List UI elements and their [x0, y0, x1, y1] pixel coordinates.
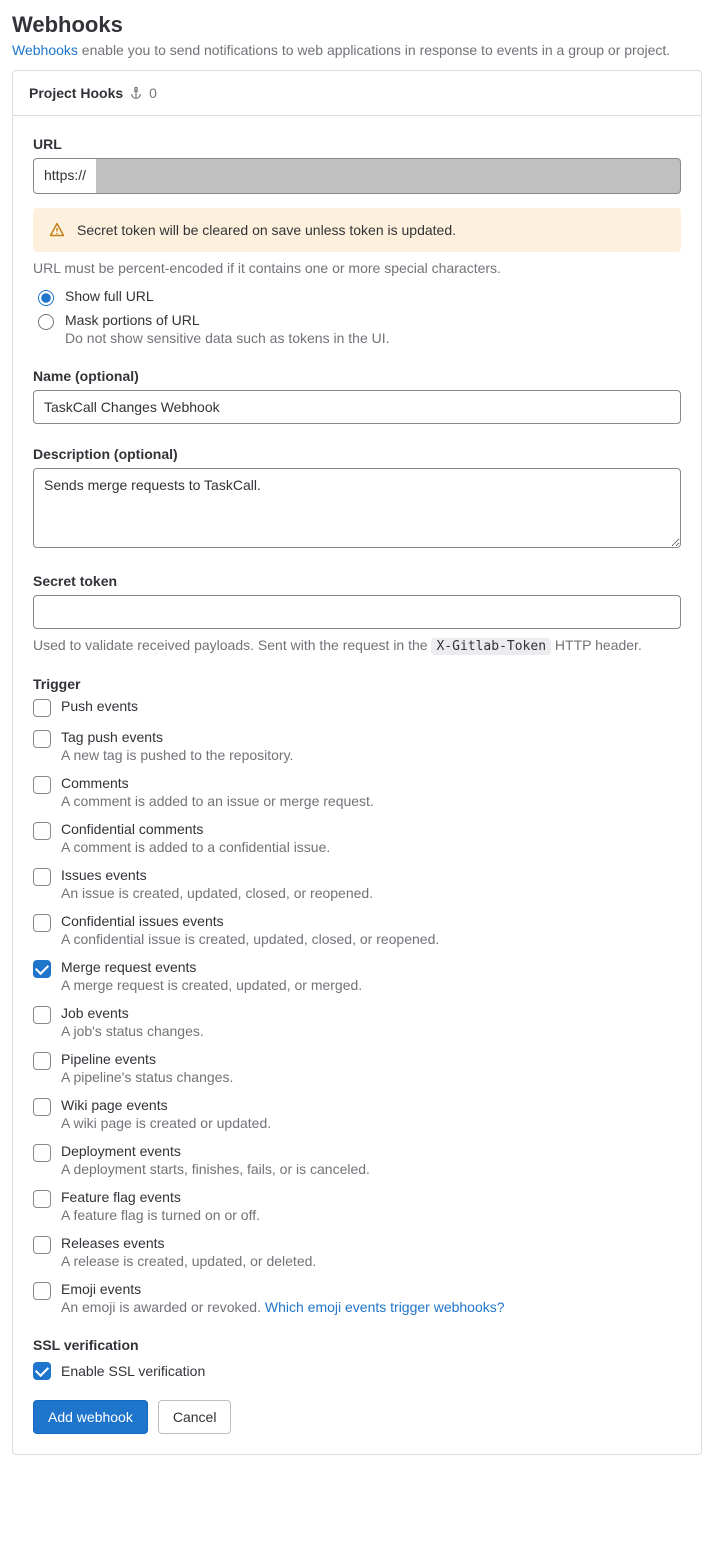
trigger-checkbox[interactable]	[33, 1282, 51, 1300]
anchor-icon	[129, 86, 143, 100]
trigger-checkbox[interactable]	[33, 776, 51, 794]
trigger-desc: An emoji is awarded or revoked. Which em…	[61, 1299, 505, 1315]
page-title: Webhooks	[12, 12, 702, 38]
trigger-item: Comments A comment is added to an issue o…	[33, 775, 681, 809]
trigger-item: Job events A job's status changes.	[33, 1005, 681, 1039]
trigger-checkbox[interactable]	[33, 1236, 51, 1254]
show-full-url-label: Show full URL	[65, 288, 154, 304]
ssl-verification-checkbox[interactable]	[33, 1362, 51, 1380]
trigger-heading: Trigger	[33, 676, 681, 692]
trigger-desc: A comment is added to an issue or merge …	[61, 793, 374, 809]
trigger-checkbox[interactable]	[33, 1052, 51, 1070]
trigger-desc: A confidential issue is created, updated…	[61, 931, 439, 947]
trigger-label: Issues events	[61, 867, 373, 883]
url-field-group: https://	[33, 158, 681, 194]
project-hooks-panel: Project Hooks 0 URL https:// Secret toke…	[12, 70, 702, 1455]
trigger-item: Feature flag events A feature flag is tur…	[33, 1189, 681, 1223]
trigger-desc: A merge request is created, updated, or …	[61, 977, 362, 993]
trigger-desc: A new tag is pushed to the repository.	[61, 747, 293, 763]
url-help-text: URL must be percent-encoded if it contai…	[33, 260, 681, 276]
ssl-heading: SSL verification	[33, 1337, 681, 1353]
url-input[interactable]	[96, 158, 681, 194]
trigger-item: Emoji events An emoji is awarded or revok…	[33, 1281, 681, 1315]
panel-header: Project Hooks 0	[13, 71, 701, 116]
add-webhook-button[interactable]: Add webhook	[33, 1400, 148, 1434]
trigger-item: Issues events An issue is created, update…	[33, 867, 681, 901]
url-prefix: https://	[33, 158, 96, 194]
secret-token-alert: Secret token will be cleared on save unl…	[33, 208, 681, 252]
trigger-label: Job events	[61, 1005, 204, 1021]
trigger-item: Deployment events A deployment starts, fi…	[33, 1143, 681, 1177]
trigger-checkbox[interactable]	[33, 914, 51, 932]
mask-url-desc: Do not show sensitive data such as token…	[65, 330, 390, 346]
cancel-button[interactable]: Cancel	[158, 1400, 232, 1434]
emoji-events-help-link[interactable]: Which emoji events trigger webhooks?	[265, 1299, 505, 1315]
trigger-checkbox[interactable]	[33, 868, 51, 886]
trigger-label: Push events	[61, 698, 138, 714]
description-input[interactable]	[33, 468, 681, 548]
trigger-desc: A wiki page is created or updated.	[61, 1115, 271, 1131]
trigger-item: Tag push events A new tag is pushed to th…	[33, 729, 681, 763]
secret-token-label: Secret token	[33, 573, 681, 589]
trigger-label: Wiki page events	[61, 1097, 271, 1113]
trigger-item: Confidential issues events A confidential…	[33, 913, 681, 947]
trigger-label: Merge request events	[61, 959, 362, 975]
description-label: Description (optional)	[33, 446, 681, 462]
trigger-label: Pipeline events	[61, 1051, 233, 1067]
page-subtitle: Webhooks enable you to send notification…	[12, 42, 702, 58]
trigger-desc: A comment is added to a confidential iss…	[61, 839, 330, 855]
mask-url-label: Mask portions of URL	[65, 312, 390, 328]
trigger-label: Emoji events	[61, 1281, 505, 1297]
mask-url-radio[interactable]	[38, 314, 54, 330]
trigger-item: Wiki page events A wiki page is created o…	[33, 1097, 681, 1131]
trigger-checkbox[interactable]	[33, 730, 51, 748]
gitlab-token-header-code: X-Gitlab-Token	[431, 638, 551, 655]
secret-token-input[interactable]	[33, 595, 681, 629]
hooks-count: 0	[149, 85, 157, 101]
alert-text: Secret token will be cleared on save unl…	[77, 222, 456, 238]
trigger-desc: A job's status changes.	[61, 1023, 204, 1039]
trigger-checkbox[interactable]	[33, 1144, 51, 1162]
trigger-checkbox[interactable]	[33, 960, 51, 978]
trigger-item: Releases events A release is created, upd…	[33, 1235, 681, 1269]
trigger-checkbox[interactable]	[33, 1098, 51, 1116]
name-input[interactable]	[33, 390, 681, 424]
trigger-item: Pipeline events A pipeline's status chang…	[33, 1051, 681, 1085]
panel-title: Project Hooks	[29, 85, 123, 101]
secret-token-help: Used to validate received payloads. Sent…	[33, 637, 681, 654]
trigger-label: Confidential comments	[61, 821, 330, 837]
trigger-checkbox[interactable]	[33, 1190, 51, 1208]
url-label: URL	[33, 136, 681, 152]
trigger-checkbox[interactable]	[33, 822, 51, 840]
trigger-label: Confidential issues events	[61, 913, 439, 929]
trigger-label: Deployment events	[61, 1143, 370, 1159]
ssl-verification-label: Enable SSL verification	[61, 1363, 205, 1379]
trigger-label: Feature flag events	[61, 1189, 260, 1205]
trigger-item: Push events	[33, 698, 681, 717]
trigger-checkbox[interactable]	[33, 699, 51, 717]
trigger-label: Releases events	[61, 1235, 316, 1251]
trigger-item: Merge request events A merge request is c…	[33, 959, 681, 993]
name-label: Name (optional)	[33, 368, 681, 384]
warning-icon	[49, 222, 65, 238]
trigger-desc: An issue is created, updated, closed, or…	[61, 885, 373, 901]
trigger-desc: A feature flag is turned on or off.	[61, 1207, 260, 1223]
trigger-desc: A release is created, updated, or delete…	[61, 1253, 316, 1269]
trigger-desc: A pipeline's status changes.	[61, 1069, 233, 1085]
webhooks-help-link[interactable]: Webhooks	[12, 42, 78, 58]
trigger-checkbox[interactable]	[33, 1006, 51, 1024]
show-full-url-radio[interactable]	[38, 290, 54, 306]
trigger-label: Comments	[61, 775, 374, 791]
trigger-label: Tag push events	[61, 729, 293, 745]
trigger-item: Confidential comments A comment is added …	[33, 821, 681, 855]
trigger-desc: A deployment starts, finishes, fails, or…	[61, 1161, 370, 1177]
